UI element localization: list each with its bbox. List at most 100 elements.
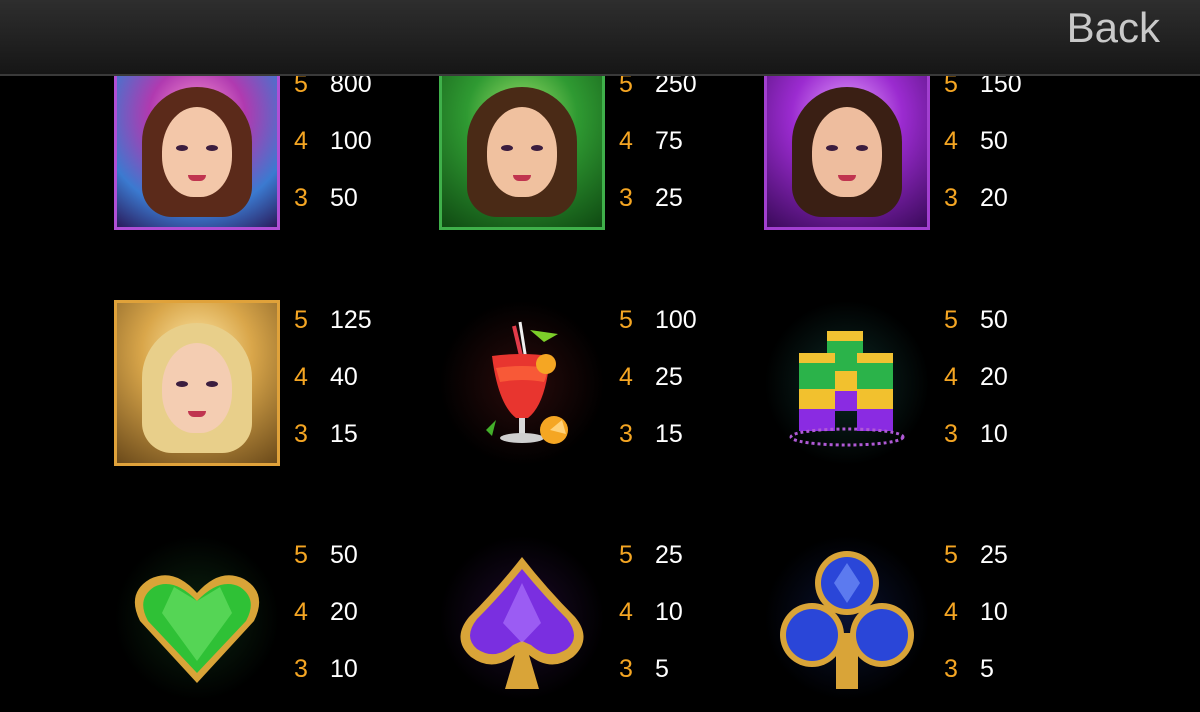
pay-row: 5 50 (944, 306, 1084, 363)
match-count: 3 (944, 655, 958, 683)
carnival-dancer-green-icon (439, 64, 605, 230)
pay-row: 5 25 (944, 541, 1084, 598)
pay-row: 4 100 (294, 127, 434, 184)
match-count: 4 (619, 363, 633, 391)
match-count: 5 (619, 306, 633, 334)
match-count: 4 (944, 127, 958, 155)
pay-list: 5 100 4 25 3 15 (619, 306, 759, 477)
carnival-dancer-orange-icon (114, 64, 280, 230)
pay-list: 5 800 4 100 3 50 (294, 70, 434, 241)
payout-value: 20 (330, 598, 358, 626)
match-count: 4 (619, 127, 633, 155)
match-count: 3 (944, 420, 958, 448)
symbol-cell-dancer-purple: 5 150 4 50 3 20 (764, 64, 1094, 234)
payout-value: 20 (980, 184, 1008, 212)
purple-spade-gem-icon (439, 535, 605, 701)
match-count: 5 (294, 306, 308, 334)
pay-row: 3 10 (944, 420, 1084, 477)
match-count: 3 (619, 184, 633, 212)
symbol-cell-dancer-green: 5 250 4 75 3 25 (439, 64, 769, 234)
payout-value: 10 (980, 420, 1008, 448)
pay-row: 5 50 (294, 541, 434, 598)
payout-value: 75 (655, 127, 683, 155)
pay-list: 5 125 4 40 3 15 (294, 306, 434, 477)
payout-value: 125 (330, 306, 372, 334)
blue-club-gem-icon (764, 535, 930, 701)
pay-row: 4 25 (619, 363, 759, 420)
pay-row: 35 (619, 655, 759, 712)
symbol-cell-dancer-gold: 5 125 4 40 3 15 (114, 300, 444, 470)
pay-row: 4 50 (944, 127, 1084, 184)
payout-value: 25 (655, 363, 683, 391)
pay-row: 3 25 (619, 184, 759, 241)
pay-row: 5 250 (619, 70, 759, 127)
match-count: 3 (619, 420, 633, 448)
match-count: 5 (944, 306, 958, 334)
payout-value: 50 (980, 127, 1008, 155)
pay-row: 5 100 (619, 306, 759, 363)
match-count: 4 (294, 598, 308, 626)
pay-row: 3 15 (619, 420, 759, 477)
pay-row: 5 25 (619, 541, 759, 598)
payout-value: 5 (980, 655, 994, 683)
match-count: 4 (944, 598, 958, 626)
pay-list: 5 25 4 10 35 (619, 541, 759, 712)
pay-row: 4 20 (294, 598, 434, 655)
pay-row: 3 15 (294, 420, 434, 477)
pay-list: 5 50 4 20 3 10 (944, 306, 1084, 477)
pay-list: 5 50 4 20 3 10 (294, 541, 434, 712)
payout-value: 50 (980, 306, 1008, 334)
cocktail-icon (439, 300, 605, 466)
pay-row: 4 75 (619, 127, 759, 184)
paytable: 5 800 4 100 3 50 5 250 4 75 3 25 5 150 4… (0, 0, 1200, 701)
symbol-cell-cocktail: 5 100 4 25 3 15 (439, 300, 769, 470)
match-count: 3 (944, 184, 958, 212)
match-count: 3 (294, 420, 308, 448)
symbol-cell-heart: 5 50 4 20 3 10 (114, 535, 444, 705)
pay-row: 3 50 (294, 184, 434, 241)
pay-row: 4 20 (944, 363, 1084, 420)
symbol-cell-club: 5 25 4 10 35 (764, 535, 1094, 705)
payout-value: 15 (330, 420, 358, 448)
symbol-cell-spade: 5 25 4 10 35 (439, 535, 769, 705)
pay-row: 5 150 (944, 70, 1084, 127)
match-count: 4 (294, 127, 308, 155)
match-count: 3 (294, 184, 308, 212)
pay-list: 5 25 4 10 35 (944, 541, 1084, 712)
symbol-cell-dancer-orange: 5 800 4 100 3 50 (114, 64, 444, 234)
payout-value: 100 (655, 306, 697, 334)
payout-value: 10 (655, 598, 683, 626)
shot-glasses-icon (764, 300, 930, 466)
payout-value: 25 (980, 541, 1008, 569)
back-button[interactable]: Back (1067, 6, 1160, 50)
match-count: 3 (619, 655, 633, 683)
payout-value: 5 (655, 655, 669, 683)
top-bar: Back (0, 0, 1200, 76)
match-count: 4 (294, 363, 308, 391)
pay-row: 3 20 (944, 184, 1084, 241)
payout-value: 25 (655, 541, 683, 569)
pay-row: 5 125 (294, 306, 434, 363)
pay-row: 4 10 (619, 598, 759, 655)
pay-list: 5 250 4 75 3 25 (619, 70, 759, 241)
pay-row: 4 10 (944, 598, 1084, 655)
pay-row: 5 800 (294, 70, 434, 127)
payout-value: 100 (330, 127, 372, 155)
payout-value: 10 (980, 598, 1008, 626)
pay-row: 4 40 (294, 363, 434, 420)
payout-value: 20 (980, 363, 1008, 391)
symbol-cell-shots: 5 50 4 20 3 10 (764, 300, 1094, 470)
green-heart-gem-icon (114, 535, 280, 701)
match-count: 5 (619, 541, 633, 569)
match-count: 4 (619, 598, 633, 626)
payout-value: 50 (330, 541, 358, 569)
match-count: 3 (294, 655, 308, 683)
pay-row: 3 10 (294, 655, 434, 712)
pay-row: 35 (944, 655, 1084, 712)
payout-value: 50 (330, 184, 358, 212)
carnival-dancer-gold-icon (114, 300, 280, 466)
match-count: 5 (944, 541, 958, 569)
payout-value: 25 (655, 184, 683, 212)
payout-value: 40 (330, 363, 358, 391)
carnival-dancer-purple-icon (764, 64, 930, 230)
